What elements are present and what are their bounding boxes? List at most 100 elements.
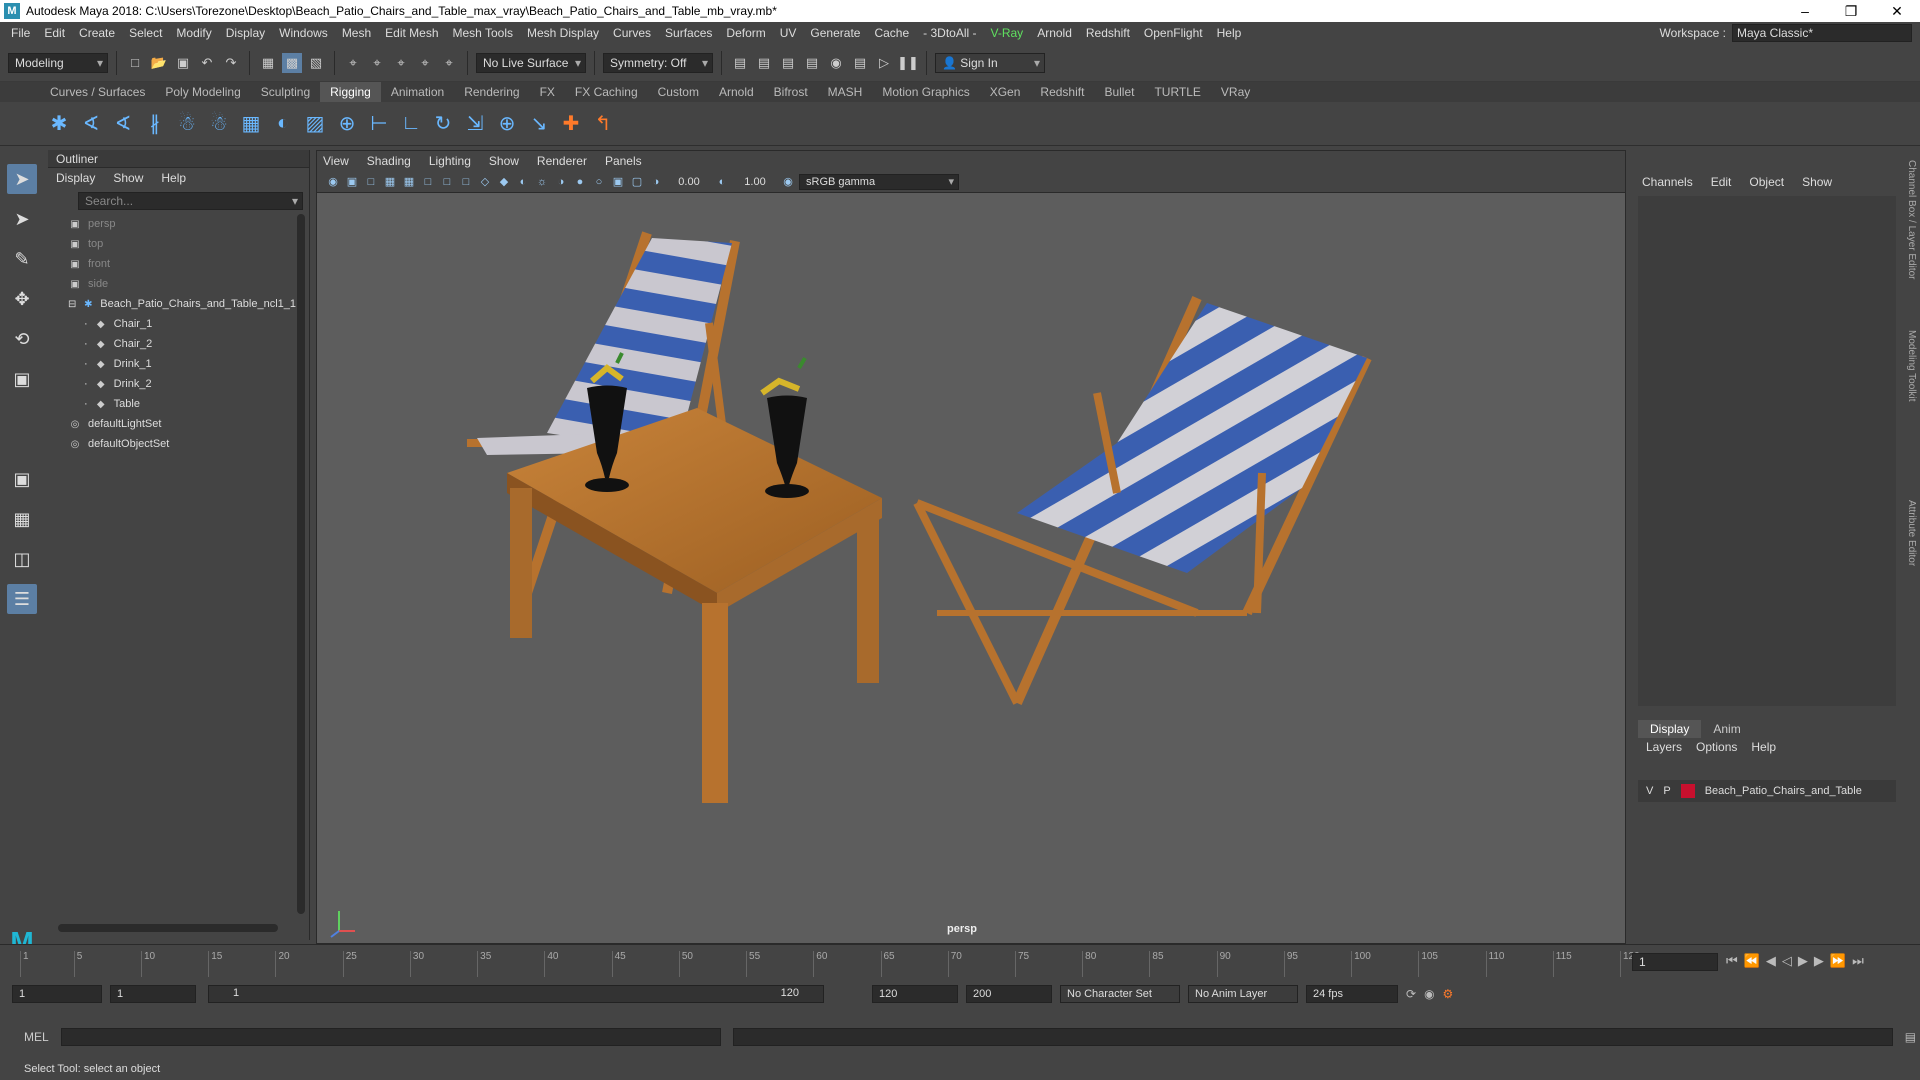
play-forwards-icon[interactable]: ▶ [1798, 953, 1808, 969]
shelf-tab-arnold[interactable]: Arnold [709, 82, 764, 102]
step-back-frame-icon[interactable]: ◀ [1766, 953, 1776, 969]
save-scene-icon[interactable]: ▣ [173, 53, 193, 73]
menu-select[interactable]: Select [122, 26, 169, 40]
shelf-tab-bifrost[interactable]: Bifrost [764, 82, 818, 102]
timeline-ticks[interactable]: 1 5 10 15 20 25 30 35 40 45 50 55 60 65 70 75 80 85 90 95 10… [20, 951, 1640, 979]
outliner-item[interactable]: ◎ defaultObjectSet [48, 434, 296, 454]
hypershade-icon[interactable]: ◉ [826, 53, 846, 73]
select-camera-icon[interactable]: ◉ [325, 174, 341, 190]
outliner-item[interactable]: · ◆ Table [48, 394, 296, 414]
four-view-icon[interactable]: ▦ [7, 504, 37, 534]
outliner-menu-display[interactable]: Display [56, 171, 95, 185]
symmetry-dropdown[interactable]: Symmetry: Off [603, 52, 713, 73]
go-to-start-icon[interactable]: ⏮ [1726, 953, 1738, 969]
loop-icon[interactable]: ⟳ [1406, 987, 1416, 1001]
preferences-icon[interactable]: ⚙ [1443, 987, 1454, 1001]
shelf-tab-rendering[interactable]: Rendering [454, 82, 529, 102]
menu-mesh-display[interactable]: Mesh Display [520, 26, 606, 40]
textured-icon[interactable]: ◐ [515, 174, 531, 190]
outliner-item[interactable]: ▣ top [48, 234, 296, 254]
viewport-menu-view[interactable]: View [323, 154, 349, 168]
new-scene-icon[interactable]: □ [125, 53, 145, 73]
minimize-icon[interactable]: – [1782, 3, 1828, 20]
shelf-tab-redshift[interactable]: Redshift [1030, 82, 1094, 102]
menu-uv[interactable]: UV [773, 26, 804, 40]
shelf-tab-motion-graphics[interactable]: Motion Graphics [872, 82, 979, 102]
display-layer-row[interactable]: V P Beach_Patio_Chairs_and_Table [1638, 780, 1896, 802]
shelf-tab-rigging[interactable]: Rigging [320, 82, 381, 102]
snap-grid-icon[interactable]: ⌖ [343, 53, 363, 73]
outliner-item[interactable]: ▣ front [48, 254, 296, 274]
menu-modify[interactable]: Modify [169, 26, 218, 40]
view-transform-dropdown[interactable]: sRGB gamma [799, 173, 959, 190]
close-icon[interactable]: ✕ [1874, 3, 1920, 20]
redo-icon[interactable]: ↷ [221, 53, 241, 73]
step-back-key-icon[interactable]: ⏪ [1744, 953, 1760, 969]
channel-menu-show[interactable]: Show [1802, 175, 1832, 189]
snap-curve-icon[interactable]: ⌖ [367, 53, 387, 73]
cluster-icon[interactable]: ⊕ [334, 111, 360, 137]
play-backwards-icon[interactable]: ◁ [1782, 953, 1792, 969]
ik-handle-icon[interactable]: ∢ [78, 111, 104, 137]
insert-joint-icon[interactable]: ∦ [142, 111, 168, 137]
create-joint-icon[interactable]: ✱ [46, 111, 72, 137]
parent-constraint-icon[interactable]: ⊢ [366, 111, 392, 137]
set-driven-key-icon[interactable]: ↰ [590, 111, 616, 137]
layer-playback-toggle[interactable]: P [1663, 785, 1670, 797]
shelf-tab-turtle[interactable]: TURTLE [1144, 82, 1210, 102]
layer-color-swatch[interactable] [1680, 784, 1695, 798]
bookmarks-icon[interactable]: □ [363, 174, 379, 190]
outliner-search-input[interactable]: Search... [78, 192, 303, 210]
restore-icon[interactable]: ❐ [1828, 3, 1874, 20]
shelf-tab-curves-surfaces[interactable]: Curves / Surfaces [40, 82, 155, 102]
outliner-layout-icon[interactable]: ☰ [7, 584, 37, 614]
shelf-tab-custom[interactable]: Custom [648, 82, 709, 102]
sign-in-button[interactable]: 👤 Sign In [935, 52, 1045, 73]
menu-3dtoall[interactable]: - 3DtoAll - [916, 26, 983, 40]
select-component-icon[interactable]: ▧ [306, 53, 326, 73]
rotate-tool-icon[interactable]: ⟲ [7, 324, 37, 354]
lights-icon[interactable]: ☼ [534, 174, 550, 190]
animation-start-field[interactable]: 1 [12, 985, 102, 1003]
menu-help[interactable]: Help [1210, 26, 1249, 40]
render-view-icon[interactable]: ▤ [730, 53, 750, 73]
point-constraint-icon[interactable]: ∟ [398, 111, 424, 137]
ambient-occlusion-icon[interactable]: ● [572, 174, 588, 190]
menu-redshift[interactable]: Redshift [1079, 26, 1137, 40]
layer-menu-layers[interactable]: Layers [1646, 740, 1682, 754]
aim-constraint-icon[interactable]: ⊕ [494, 111, 520, 137]
shelf-tab-fx-caching[interactable]: FX Caching [565, 82, 648, 102]
menu-set-dropdown[interactable]: Modeling [8, 52, 108, 73]
menu-mesh-tools[interactable]: Mesh Tools [446, 26, 520, 40]
shadows-icon[interactable]: ◑ [553, 174, 569, 190]
channel-box-area[interactable] [1638, 196, 1896, 706]
channel-menu-channels[interactable]: Channels [1642, 175, 1693, 189]
outliner-item[interactable]: · ◆ Drink_1 [48, 354, 296, 374]
range-slider[interactable]: 1 120 [208, 985, 824, 1003]
vray-render-icon[interactable]: ▤ [850, 53, 870, 73]
exposure-field[interactable]: 0.00 [667, 174, 711, 190]
outliner-horizontal-scrollbar[interactable] [58, 924, 278, 932]
orient-constraint-icon[interactable]: ↻ [430, 111, 456, 137]
outliner-item[interactable]: · ◆ Drink_2 [48, 374, 296, 394]
locator-icon[interactable]: ✚ [558, 111, 584, 137]
color-management-icon[interactable]: ◉ [780, 174, 796, 190]
film-gate-icon[interactable]: □ [420, 174, 436, 190]
menu-curves[interactable]: Curves [606, 26, 658, 40]
playback-end-field[interactable]: 120 [872, 985, 958, 1003]
motion-blur-icon[interactable]: ○ [591, 174, 607, 190]
viewport-menu-show[interactable]: Show [489, 154, 519, 168]
two-view-icon[interactable]: ◫ [7, 544, 37, 574]
quick-rig-icon[interactable]: ☃ [206, 111, 232, 137]
paint-select-icon[interactable]: ✎ [7, 244, 37, 274]
resolution-gate-icon[interactable]: □ [439, 174, 455, 190]
outliner-menu-show[interactable]: Show [113, 171, 143, 185]
select-object-icon[interactable]: ▩ [282, 52, 302, 73]
viewport-menu-lighting[interactable]: Lighting [429, 154, 471, 168]
smooth-shade-icon[interactable]: ◆ [496, 174, 512, 190]
outliner-item[interactable]: ▣ side [48, 274, 296, 294]
ipr-render-icon[interactable]: ▤ [778, 53, 798, 73]
vray-ipr-icon[interactable]: ▷ [874, 53, 894, 73]
paint-weights-icon[interactable]: ◐ [270, 111, 296, 137]
live-surface-field[interactable]: No Live Surface [476, 52, 586, 73]
